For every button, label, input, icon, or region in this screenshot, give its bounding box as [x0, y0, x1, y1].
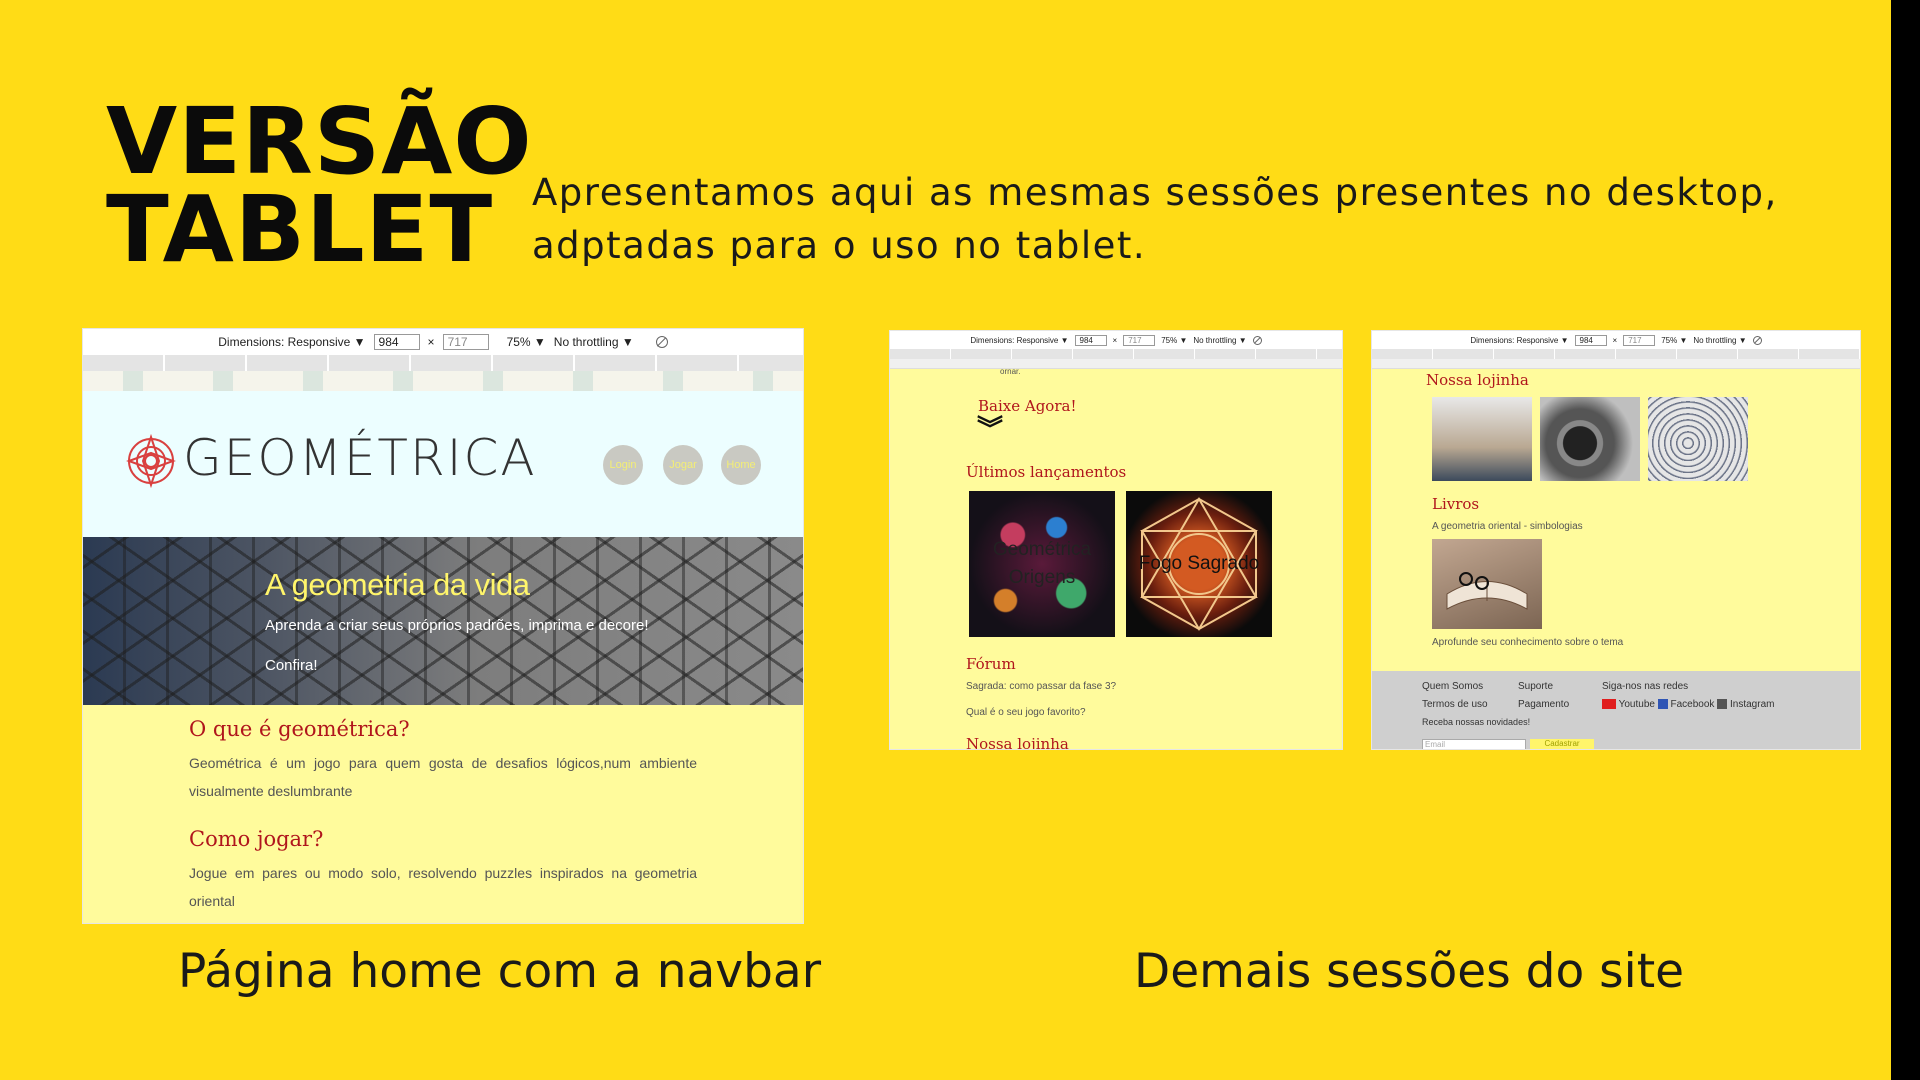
ruler — [1372, 349, 1860, 359]
footer-social-row: Youtube Facebook Instagram — [1602, 699, 1774, 710]
books-title: Livros — [1432, 495, 1480, 513]
product-vr-headset[interactable] — [1432, 397, 1532, 481]
height-input[interactable]: 717 — [1623, 334, 1656, 346]
book-caption: Aprofunde seu conhecimento sobre o tema — [1432, 637, 1624, 648]
store-title: Nossa lojinha — [966, 735, 1069, 750]
zoom-dropdown[interactable]: 75% ▼ — [1161, 336, 1187, 345]
rotate-icon[interactable] — [655, 336, 668, 348]
devtools-toolbar-small: Dimensions: Responsive ▼ 984 × 717 75% ▼… — [890, 331, 1342, 349]
slide-title: VERSÃO TABLET — [106, 88, 533, 283]
section-how: Como jogar? Jogue em pares ou modo solo,… — [189, 827, 697, 915]
store-title: Nossa lojinha — [1426, 371, 1529, 389]
section-how-text: Jogue em pares ou modo solo, resolvendo … — [189, 865, 697, 909]
game-card-fogo-label: Fogo Sagrado — [1138, 553, 1260, 574]
mandala-logo-icon — [126, 433, 176, 489]
newsletter-subscribe-button[interactable]: Cadastrar — [1530, 739, 1594, 749]
newsletter-label: Receba nossas novidades! — [1422, 717, 1531, 727]
nav-home-button[interactable]: Home — [721, 445, 761, 485]
footer-follow-label: Siga-nos nas redes — [1602, 681, 1689, 692]
forum-question-2[interactable]: Qual é o seu jogo favorito? — [966, 707, 1086, 718]
times-sign: × — [427, 335, 435, 349]
title-line-2: TABLET — [106, 176, 494, 283]
throttling-dropdown[interactable]: No throttling ▼ — [1193, 336, 1246, 345]
height-input[interactable]: 717 — [1123, 334, 1156, 346]
devtools-toolbar-small: Dimensions: Responsive ▼ 984 × 717 75% ▼… — [1372, 331, 1860, 349]
throttling-dropdown[interactable]: No throttling ▼ — [554, 335, 634, 349]
times-sign: × — [1612, 335, 1618, 345]
forum-question-1[interactable]: Sagrada: como passar da fase 3? — [966, 681, 1116, 692]
ruler — [83, 355, 803, 371]
facebook-link[interactable]: Facebook — [1671, 699, 1715, 710]
ruler-secondary — [890, 359, 1342, 369]
rotate-icon[interactable] — [1252, 335, 1262, 345]
slide-intro: Apresentamos aqui as mesmas sessões pres… — [532, 171, 1778, 267]
footer: Quem Somos Termos de uso Suporte Pagamen… — [1372, 671, 1860, 749]
ruler-secondary — [1372, 359, 1860, 369]
section-what-title: O que é geométrica? — [189, 717, 410, 741]
sections-screenshot-1: Dimensions: Responsive ▼ 984 × 717 75% ▼… — [889, 330, 1343, 750]
facebook-icon[interactable] — [1657, 699, 1668, 710]
logo-text: GEOMÉTRICA — [183, 429, 537, 487]
title-line-1: VERSÃO — [106, 88, 533, 195]
nav-login-button[interactable]: Login — [603, 445, 643, 485]
chevron-down-icon[interactable]: ︾ — [977, 417, 1003, 443]
dimensions-dropdown[interactable]: Dimensions: Responsive ▼ — [218, 335, 365, 349]
dimensions-dropdown[interactable]: Dimensions: Responsive ▼ — [1470, 336, 1568, 345]
rotate-icon[interactable] — [1752, 335, 1762, 345]
dimensions-dropdown[interactable]: Dimensions: Responsive ▼ — [970, 336, 1068, 345]
sections-screenshot-2: Dimensions: Responsive ▼ 984 × 717 75% ▼… — [1371, 330, 1861, 750]
pattern-strip — [83, 371, 803, 391]
footer-terms-link[interactable]: Termos de uso — [1422, 699, 1488, 710]
nav-jogar-button[interactable]: Jogar — [663, 445, 703, 485]
hero-title: A geometria da vida — [265, 567, 530, 602]
zoom-dropdown[interactable]: 75% ▼ — [1661, 336, 1687, 345]
home-screenshot: Dimensions: Responsive ▼ 984 × 717 75% ▼… — [82, 328, 804, 924]
footer-about-link[interactable]: Quem Somos — [1422, 681, 1483, 692]
times-sign: × — [1112, 335, 1118, 345]
footer-payment-link[interactable]: Pagamento — [1518, 699, 1569, 710]
product-book[interactable] — [1432, 539, 1542, 629]
caption-home: Página home com a navbar — [178, 944, 822, 999]
width-input[interactable]: 984 — [1574, 334, 1607, 346]
right-edge-bar — [1891, 0, 1920, 1080]
width-input[interactable]: 984 — [1074, 334, 1107, 346]
youtube-icon[interactable] — [1602, 699, 1616, 710]
height-input[interactable]: 717 — [442, 334, 489, 350]
cut-text: ornar. — [1000, 367, 1021, 376]
product-mandala-book[interactable] — [1648, 397, 1748, 481]
forum-title: Fórum — [966, 655, 1016, 673]
launches-title: Últimos lançamentos — [966, 463, 1127, 481]
navbar: GEOMÉTRICA Login Jogar Home — [83, 391, 803, 537]
footer-support-link[interactable]: Suporte — [1518, 681, 1553, 692]
section-how-title: Como jogar? — [189, 827, 324, 851]
ruler — [890, 349, 1342, 359]
download-title: Baixe Agora! — [978, 397, 1077, 415]
book-icon — [1446, 572, 1528, 610]
youtube-link[interactable]: Youtube — [1619, 699, 1655, 710]
section-what: O que é geométrica? Geométrica é um jogo… — [189, 717, 697, 805]
book-name: A geometria oriental - simbologias — [1432, 521, 1583, 532]
instagram-icon[interactable] — [1717, 699, 1728, 710]
product-headphones[interactable] — [1540, 397, 1640, 481]
zoom-dropdown[interactable]: 75% ▼ — [507, 335, 546, 349]
game-card-origens-label: Geométrica Origens — [992, 539, 1092, 588]
instagram-link[interactable]: Instagram — [1730, 699, 1774, 710]
devtools-toolbar: Dimensions: Responsive ▼ 984 × 717 75% ▼… — [83, 329, 803, 355]
game-card-origens[interactable]: Geométrica Origens — [969, 491, 1115, 637]
width-input[interactable]: 984 — [373, 334, 420, 350]
hero-link[interactable]: Confira! — [265, 657, 318, 674]
throttling-dropdown[interactable]: No throttling ▼ — [1693, 336, 1746, 345]
hero-subtitle: Aprenda a criar seus próprios padrões, i… — [265, 617, 649, 634]
section-what-text: Geométrica é um jogo para quem gosta de … — [189, 755, 697, 799]
caption-sections: Demais sessões do site — [1134, 944, 1685, 999]
newsletter-email-input[interactable]: Email — [1422, 739, 1526, 749]
game-card-fogo[interactable]: Fogo Sagrado — [1126, 491, 1272, 637]
hero-banner: A geometria da vida Aprenda a criar seus… — [83, 537, 803, 705]
